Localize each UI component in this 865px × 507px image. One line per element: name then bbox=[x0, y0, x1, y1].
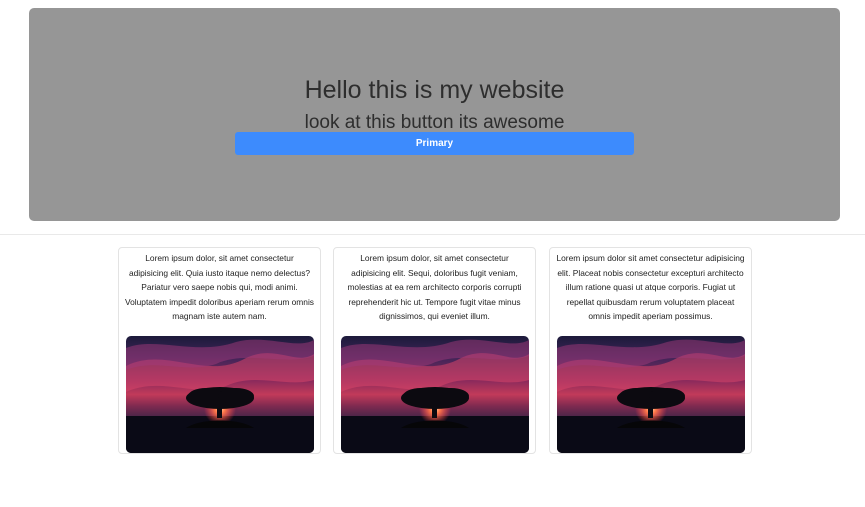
card-3: Lorem ipsum dolor sit amet consectetur a… bbox=[549, 247, 752, 454]
card-image-sunset-tree bbox=[341, 336, 529, 453]
hero-banner: Hello this is my website look at this bu… bbox=[29, 8, 840, 221]
card-text: Lorem ipsum dolor, sit amet consectetur … bbox=[347, 253, 522, 322]
card-text: Lorem ipsum dolor, sit amet consectetur … bbox=[125, 253, 314, 322]
card-image-sunset-tree bbox=[557, 336, 745, 453]
card-1: Lorem ipsum dolor, sit amet consectetur … bbox=[118, 247, 321, 454]
card-2: Lorem ipsum dolor, sit amet consectetur … bbox=[333, 247, 536, 454]
section-divider bbox=[0, 234, 865, 235]
card-text: Lorem ipsum dolor sit amet consectetur a… bbox=[556, 253, 745, 322]
primary-button[interactable]: Primary bbox=[235, 132, 634, 155]
card-image-sunset-tree bbox=[126, 336, 314, 453]
hero-title: Hello this is my website bbox=[304, 76, 565, 104]
